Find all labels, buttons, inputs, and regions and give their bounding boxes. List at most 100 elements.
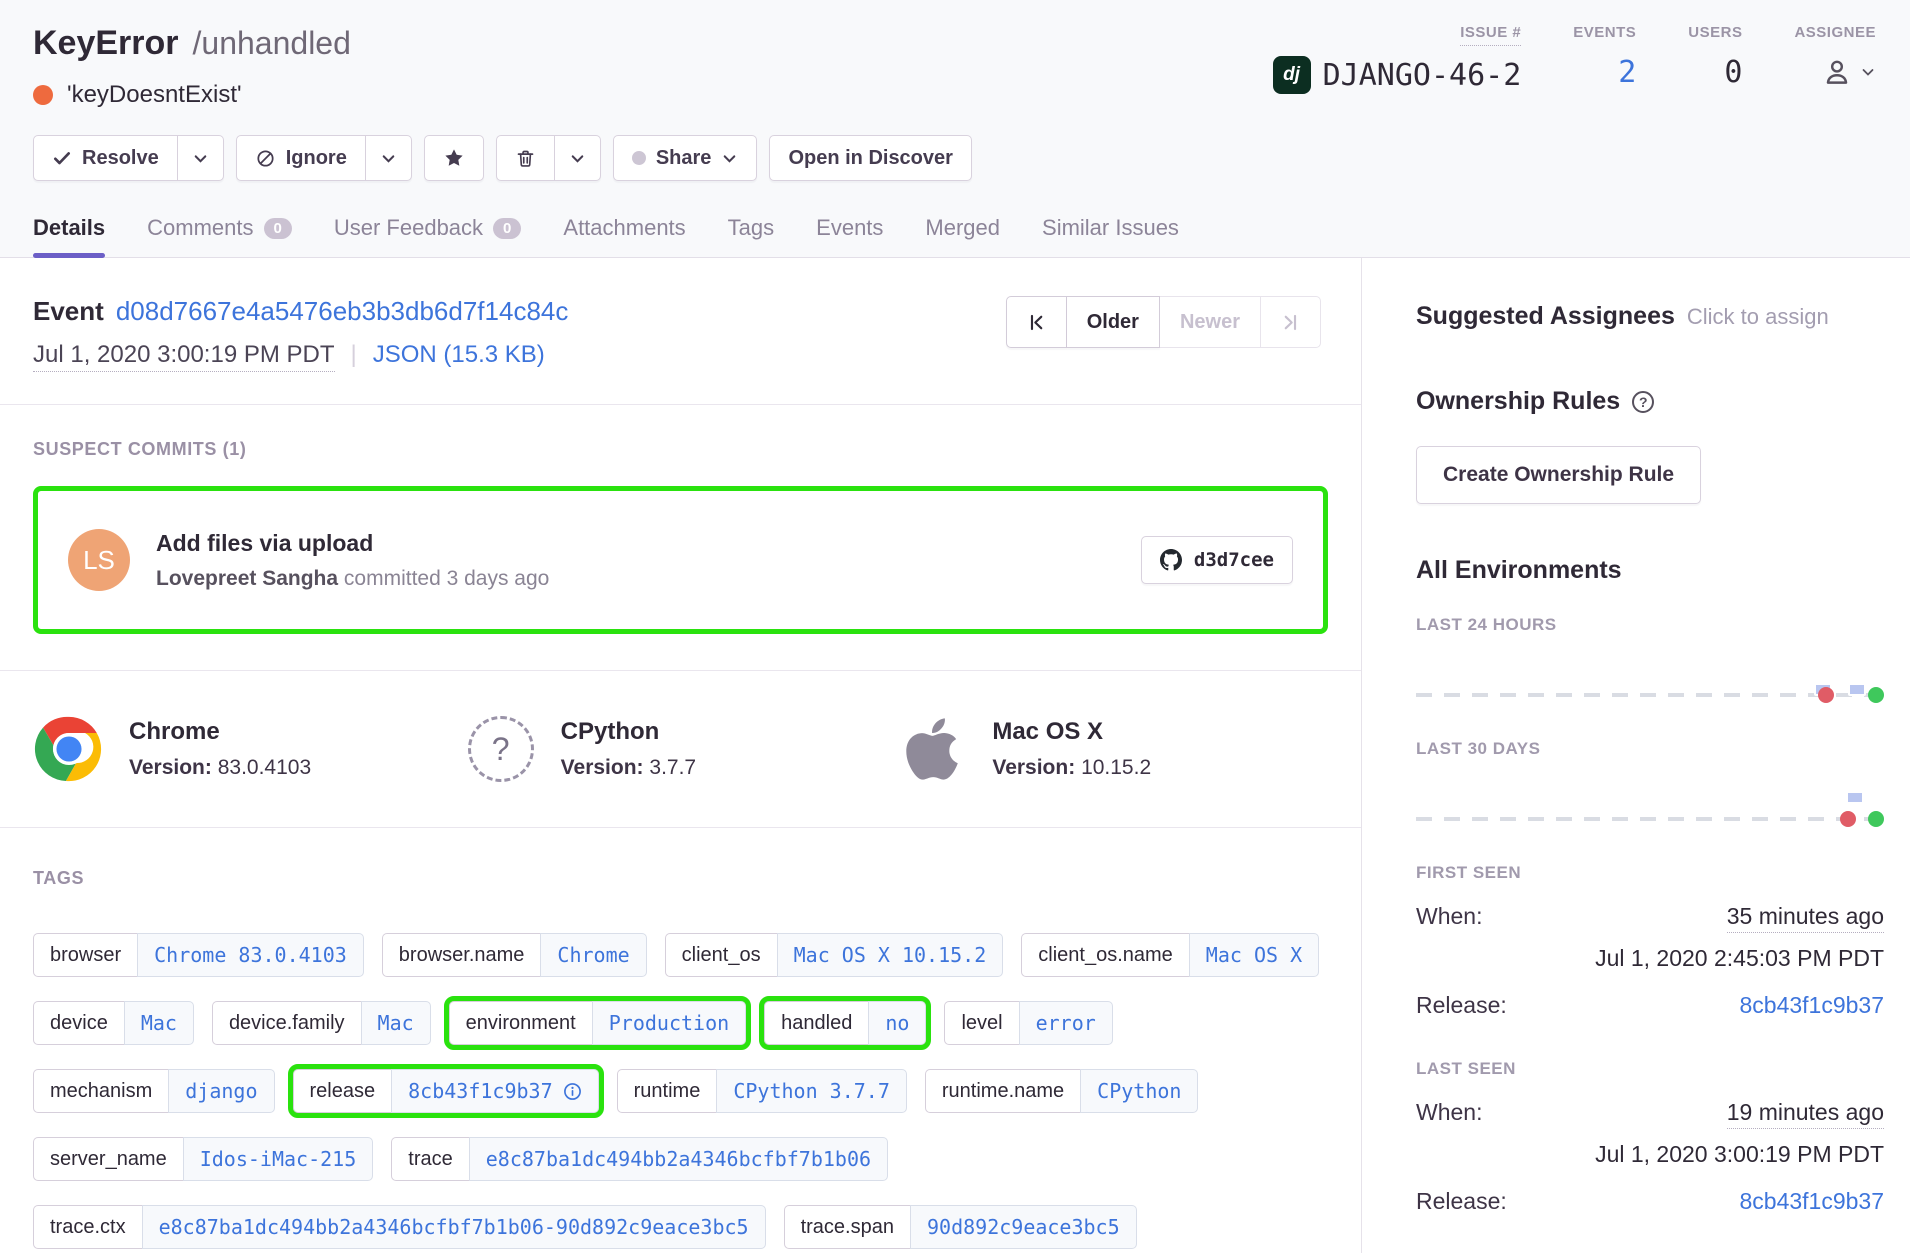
stat-users: USERS 0: [1688, 24, 1742, 109]
tab-attachments[interactable]: Attachments: [563, 215, 685, 257]
commit-meta: committed 3 days ago: [338, 567, 549, 590]
last-seen-when-label: When:: [1416, 1099, 1482, 1126]
tag-server-name: server_nameIdos-iMac-215: [33, 1137, 373, 1181]
context-runtime: ? CPython Version: 3.7.7: [465, 713, 897, 785]
issue-tabs: Details Comments0 User Feedback0 Attachm…: [33, 215, 1179, 257]
first-seen-release-link[interactable]: 8cb43f1c9b37: [1739, 992, 1884, 1019]
tag-browser-name: browser.nameChrome: [382, 933, 647, 977]
delete-dropdown-button[interactable]: [555, 135, 601, 181]
sparkline-baseline: [1416, 817, 1880, 821]
tab-comments[interactable]: Comments0: [147, 215, 292, 257]
share-status-dot: [632, 151, 646, 165]
delete-button[interactable]: [496, 135, 555, 181]
tab-details[interactable]: Details: [33, 215, 105, 257]
tag-trace-ctx: trace.ctxe8c87ba1dc494bb2a4346bcfbf7b1b0…: [33, 1205, 766, 1249]
tag-client-os: client_osMac OS X 10.15.2: [665, 933, 1004, 977]
issue-title-block: KeyError /unhandled 'keyDoesntExist': [33, 24, 351, 109]
comments-count-badge: 0: [264, 218, 292, 239]
tab-similar-issues[interactable]: Similar Issues: [1042, 215, 1179, 257]
users-label: USERS: [1688, 24, 1742, 45]
users-count: 0: [1688, 55, 1742, 90]
skip-first-icon: [1027, 313, 1046, 332]
event-details-main: Event d08d7667e4a5476eb3b3db6d7f14c84c Ju…: [0, 258, 1362, 1253]
bookmark-star-button[interactable]: [424, 135, 484, 181]
ignore-dropdown-button[interactable]: [366, 135, 412, 181]
oldest-event-button[interactable]: [1006, 296, 1067, 348]
tags-heading: TAGS: [33, 868, 1328, 889]
feedback-count-badge: 0: [493, 218, 521, 239]
chevron-down-icon: [380, 150, 397, 167]
stat-assignee: ASSIGNEE: [1794, 24, 1876, 109]
assignee-selector[interactable]: [1794, 55, 1876, 89]
resolve-button[interactable]: Resolve: [33, 135, 178, 181]
last-24-hours-sparkline: [1416, 635, 1884, 739]
suspect-commits-section: SUSPECT COMMITS (1) LS Add files via upl…: [0, 405, 1361, 671]
tab-user-feedback[interactable]: User Feedback0: [334, 215, 522, 257]
info-icon[interactable]: [563, 1082, 582, 1101]
issue-sidebar: Suggested Assignees Click to assign Owne…: [1362, 258, 1910, 1253]
tab-tags[interactable]: Tags: [728, 215, 774, 257]
issue-actions: Resolve Ignore: [0, 109, 1910, 181]
create-ownership-rule-button[interactable]: Create Ownership Rule: [1416, 446, 1701, 504]
assignee-label: ASSIGNEE: [1794, 24, 1876, 45]
resolve-dropdown-button[interactable]: [178, 135, 224, 181]
trash-icon: [515, 148, 536, 169]
event-json-link[interactable]: JSON (15.3 KB): [373, 341, 545, 369]
first-seen-release-label: Release:: [1416, 992, 1507, 1019]
click-to-assign-hint: Click to assign: [1687, 304, 1829, 330]
commit-author-avatar: LS: [68, 529, 130, 591]
event-id-link[interactable]: d08d7667e4a5476eb3b3db6d7f14c84c: [116, 296, 569, 326]
chevron-down-icon: [569, 150, 586, 167]
chevron-down-icon: [192, 150, 209, 167]
issue-number-label: ISSUE #: [1460, 24, 1521, 46]
first-seen-marker: [1818, 687, 1834, 703]
suspect-commits-heading: SUSPECT COMMITS (1): [33, 439, 1328, 460]
tag-device-family: device.familyMac: [212, 1001, 431, 1045]
newer-event-button[interactable]: Newer: [1160, 296, 1261, 348]
tag-client-os-name: client_os.nameMac OS X: [1021, 933, 1319, 977]
help-question-icon[interactable]: ?: [1632, 391, 1654, 413]
tag-device: deviceMac: [33, 1001, 194, 1045]
event-label: Event: [33, 296, 104, 326]
unknown-runtime-icon: ?: [465, 713, 537, 785]
sparkline-baseline: [1416, 693, 1880, 697]
last-seen-absolute: Jul 1, 2020 3:00:19 PM PDT: [1416, 1141, 1884, 1168]
issue-header: KeyError /unhandled 'keyDoesntExist' ISS…: [0, 0, 1910, 258]
mute-icon: [255, 148, 276, 169]
older-event-button[interactable]: Older: [1067, 296, 1160, 348]
tag-runtime: runtimeCPython 3.7.7: [617, 1069, 907, 1113]
context-browser: Chrome Version: 83.0.4103: [33, 713, 465, 785]
last-seen-relative: 19 minutes ago: [1727, 1099, 1884, 1129]
tag-mechanism: mechanismdjango: [33, 1069, 275, 1113]
share-button[interactable]: Share: [613, 135, 758, 181]
ownership-rules-header: Ownership Rules ?: [1416, 387, 1884, 416]
commit-sha-button[interactable]: d3d7cee: [1141, 536, 1293, 584]
ignore-button[interactable]: Ignore: [236, 135, 366, 181]
issue-stats: ISSUE # dj DJANGO-46-2 EVENTS 2 USERS 0 …: [1273, 24, 1882, 109]
issue-transaction-title: /unhandled: [193, 25, 351, 62]
check-icon: [52, 148, 72, 168]
tag-trace-span: trace.span90d892c9eace3bc5: [784, 1205, 1137, 1249]
event-header: Event d08d7667e4a5476eb3b3db6d7f14c84c Ju…: [0, 258, 1361, 405]
issue-message: 'keyDoesntExist': [67, 81, 242, 109]
tag-environment: environmentProduction: [449, 1001, 746, 1045]
event-timestamp: Jul 1, 2020 3:00:19 PM PDT: [33, 341, 335, 372]
suspect-commit-card: LS Add files via upload Lovepreet Sangha…: [33, 486, 1328, 634]
first-seen-relative: 35 minutes ago: [1727, 903, 1884, 933]
tab-merged[interactable]: Merged: [925, 215, 1000, 257]
first-seen-absolute: Jul 1, 2020 2:45:03 PM PDT: [1416, 945, 1884, 972]
chevron-down-icon: [1860, 64, 1876, 80]
latest-event-button[interactable]: [1261, 296, 1321, 348]
open-in-discover-button[interactable]: Open in Discover: [769, 135, 972, 181]
star-icon: [443, 147, 465, 169]
last-seen-release-link[interactable]: 8cb43f1c9b37: [1739, 1188, 1884, 1215]
tab-events[interactable]: Events: [816, 215, 883, 257]
events-count-link[interactable]: 2: [1573, 55, 1636, 90]
last-30-days-label: LAST 30 DAYS: [1416, 739, 1884, 759]
event-pagination: Older Newer: [1006, 296, 1321, 348]
commit-title: Add files via upload: [156, 530, 1141, 557]
tag-browser: browserChrome 83.0.4103: [33, 933, 364, 977]
tag-level: levelerror: [944, 1001, 1112, 1045]
chevron-down-icon: [721, 150, 738, 167]
issue-short-id: DJANGO-46-2: [1323, 58, 1522, 93]
